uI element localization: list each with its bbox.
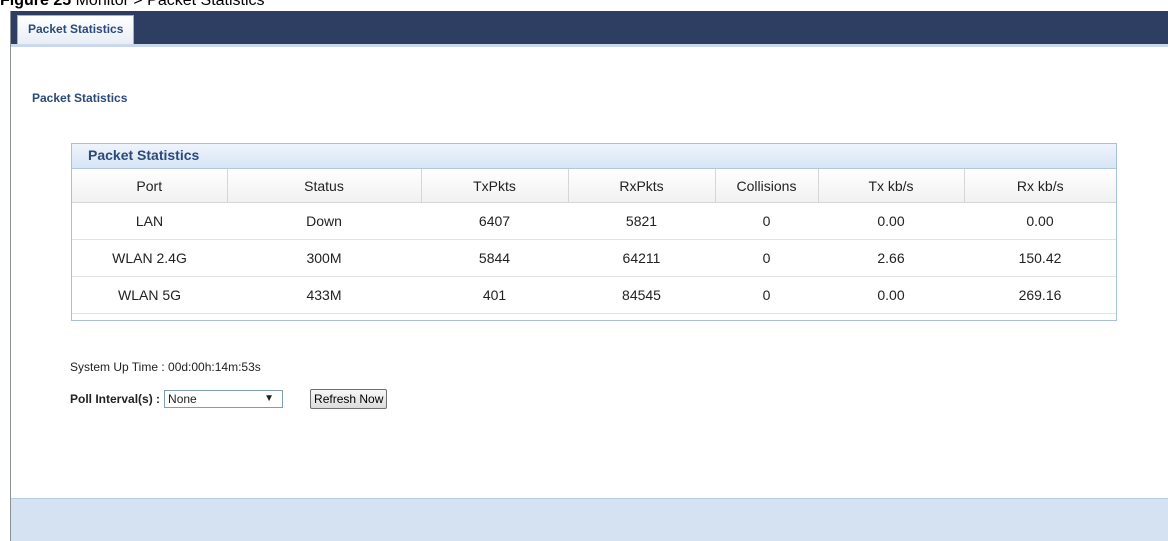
statistics-panel: Packet Statistics Port Status TxPkts RxP…	[71, 143, 1117, 321]
table-header-row: Port Status TxPkts RxPkts Collisions Tx …	[72, 169, 1116, 203]
tab-bar: Packet Statistics	[11, 11, 1168, 44]
tab-packet-statistics[interactable]: Packet Statistics	[17, 15, 135, 44]
cell-txpkts: 5844	[421, 239, 568, 277]
poll-interval-row: Poll Interval(s) : None ▼ Refresh Now	[70, 389, 388, 409]
dropdown-arrow-icon: ▼	[264, 393, 275, 404]
cell-port: LAN	[72, 202, 227, 240]
uptime-value: 00d:00h:14m:53s	[168, 360, 261, 374]
cell-rxpkts: 64211	[568, 239, 715, 277]
cell-txpkts: 401	[421, 276, 568, 314]
cell-collisions: 0	[715, 202, 818, 240]
cell-rxpkts: 84545	[568, 276, 715, 314]
cell-port: WLAN 5G	[72, 276, 227, 314]
table-row: WLAN 5G 433M 401 84545 0 0.00 269.16	[72, 276, 1116, 314]
main-content: Packet Statistics Packet Statistics Port…	[11, 44, 1168, 498]
cell-status: 433M	[227, 276, 421, 314]
panel-header: Packet Statistics	[72, 144, 1116, 169]
cell-txpkts: 6407	[421, 202, 568, 240]
cell-collisions: 0	[715, 276, 818, 314]
column-header-tx-kbs: Tx kb/s	[817, 169, 964, 203]
poll-interval-label: Poll Interval(s) :	[70, 392, 161, 406]
cell-collisions: 0	[715, 239, 818, 277]
column-header-collisions: Collisions	[714, 169, 818, 203]
figure-caption: Figure 25 Monitor > Packet Statistics	[0, 0, 265, 10]
poll-interval-value: None	[168, 392, 197, 406]
cell-rx-kbs: 269.16	[964, 276, 1116, 314]
system-uptime: System Up Time : 00d:00h:14m:53s	[70, 360, 261, 374]
poll-interval-select[interactable]: None ▼	[164, 390, 284, 408]
cell-rx-kbs: 0.00	[964, 202, 1116, 240]
cell-tx-kbs: 2.66	[818, 239, 964, 277]
column-header-port: Port	[72, 169, 227, 203]
cell-rx-kbs: 150.42	[964, 239, 1116, 277]
table-row: LAN Down 6407 5821 0 0.00 0.00	[72, 202, 1116, 240]
cell-port: WLAN 2.4G	[72, 239, 227, 277]
column-header-status: Status	[226, 169, 421, 203]
figure-number: Figure 25	[0, 0, 72, 9]
cell-tx-kbs: 0.00	[818, 202, 964, 240]
uptime-label: System Up Time :	[70, 360, 165, 374]
column-header-txpkts: TxPkts	[420, 169, 568, 203]
statistics-table: Port Status TxPkts RxPkts Collisions Tx …	[72, 169, 1116, 314]
table-row: WLAN 2.4G 300M 5844 64211 0 2.66 150.42	[72, 239, 1116, 277]
refresh-now-button[interactable]: Refresh Now	[310, 389, 388, 409]
cell-status: 300M	[227, 239, 421, 277]
panel-title: Packet Statistics	[88, 147, 200, 163]
column-header-rx-kbs: Rx kb/s	[963, 169, 1116, 203]
figure-text: Monitor > Packet Statistics	[75, 0, 265, 9]
footer-bar	[11, 498, 1168, 541]
cell-status: Down	[227, 202, 421, 240]
column-header-rxpkts: RxPkts	[567, 169, 715, 203]
page-title: Packet Statistics	[32, 91, 128, 105]
app-window: Packet Statistics Packet Statistics Pack…	[10, 11, 1168, 541]
cell-tx-kbs: 0.00	[818, 276, 964, 314]
cell-rxpkts: 5821	[568, 202, 715, 240]
